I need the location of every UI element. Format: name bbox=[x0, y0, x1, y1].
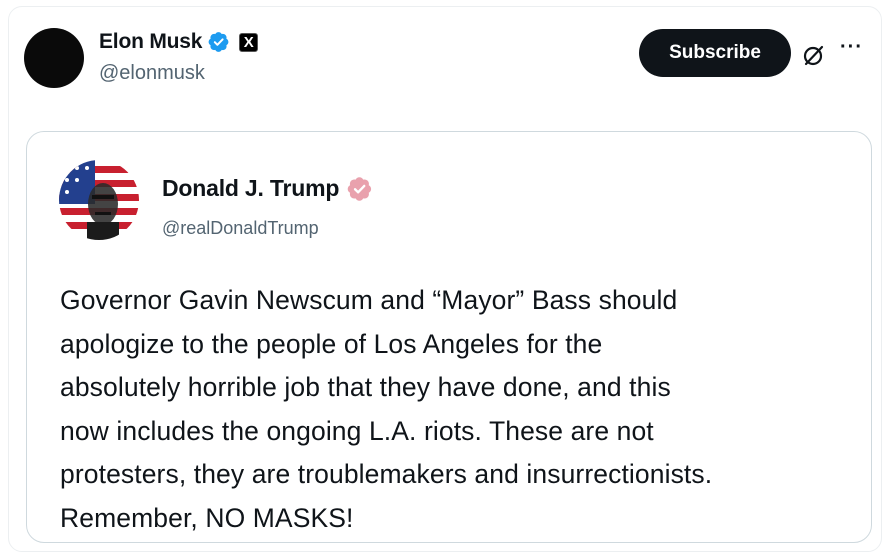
verified-badge-icon bbox=[347, 176, 372, 201]
author-avatar[interactable] bbox=[24, 28, 84, 88]
quoted-author-avatar[interactable] bbox=[59, 160, 139, 240]
quoted-author-name-row: Donald J. Trump bbox=[162, 175, 373, 202]
text-line: Remember, NO MASKS! bbox=[60, 502, 354, 533]
author-handle[interactable]: @elonmusk bbox=[99, 62, 205, 85]
affiliate-badge-icon: X bbox=[239, 32, 259, 52]
verified-badge-icon bbox=[208, 32, 229, 52]
quoted-post-text: Governor Gavin Newscum and “Mayor” Bass … bbox=[60, 279, 860, 541]
quoted-author-handle[interactable]: @realDonaldTrump bbox=[162, 218, 319, 239]
subscribe-button[interactable]: Subscribe bbox=[639, 29, 791, 77]
text-line: apologize to the people of Los Angeles f… bbox=[60, 328, 603, 359]
text-line: now includes the ongoing L.A. riots. The… bbox=[60, 415, 654, 446]
text-line: protesters, they are troublemakers and i… bbox=[60, 459, 713, 490]
quoted-author-name[interactable]: Donald J. Trump bbox=[162, 175, 339, 202]
avatar-image bbox=[59, 160, 139, 240]
text-line: Governor Gavin Newscum and “Mayor” Bass … bbox=[60, 285, 678, 315]
author-name[interactable]: Elon Musk bbox=[99, 30, 202, 54]
grok-icon[interactable] bbox=[801, 42, 827, 68]
more-icon[interactable]: ··· bbox=[840, 36, 863, 59]
text-line: absolutely horrible job that they have d… bbox=[60, 372, 671, 403]
quoted-post[interactable]: Donald J. Trump @realDonaldTrump Governo… bbox=[26, 131, 872, 543]
author-name-row: Elon Musk X bbox=[99, 30, 259, 54]
